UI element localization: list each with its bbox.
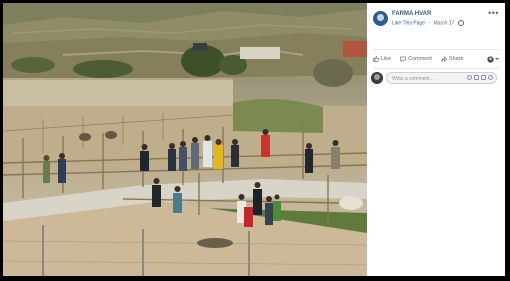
emoji-icon[interactable] (467, 75, 472, 80)
comment-composer: Write a comment... (371, 72, 499, 84)
share-button[interactable]: Share (441, 56, 464, 62)
share-button-label: Share (448, 56, 464, 62)
share-arrow-icon (441, 56, 447, 62)
meta-separator: · (428, 20, 431, 27)
camera-icon[interactable] (474, 75, 479, 80)
like-button-label: Like (381, 56, 392, 62)
comment-button-label: Comment (408, 56, 432, 62)
user-avatar (371, 72, 383, 84)
speech-bubble-icon (400, 56, 406, 62)
comment-input-icons (465, 75, 493, 80)
farm-scene (3, 3, 367, 276)
more-icon: ••• (488, 8, 499, 18)
post-date[interactable]: March 17 (433, 20, 454, 26)
thumbs-up-icon (373, 56, 379, 62)
audience-selector[interactable] (487, 55, 499, 63)
post-side-panel: FARMA HVAR Like This Page · March 17 •••… (367, 3, 505, 276)
post-actions: Like Comment Share (373, 53, 499, 65)
post-meta: Like This Page · March 17 (392, 20, 464, 26)
globe-icon (457, 20, 464, 26)
page-name-link[interactable]: FARMA HVAR (392, 11, 431, 17)
comment-input[interactable]: Write a comment... (386, 72, 497, 84)
like-page-link[interactable]: Like This Page (392, 20, 425, 26)
chevron-down-icon (495, 58, 499, 60)
page-avatar[interactable] (373, 11, 388, 26)
divider-top (373, 49, 499, 50)
gif-icon[interactable] (481, 75, 486, 80)
comment-button[interactable]: Comment (400, 56, 432, 62)
page-avatar-small-icon (487, 55, 494, 63)
comment-placeholder: Write a comment... (392, 76, 434, 82)
photo-viewer: FARMA HVAR Like This Page · March 17 •••… (0, 0, 510, 281)
divider-bottom (373, 68, 499, 69)
like-button[interactable]: Like (373, 56, 391, 62)
more-options-button[interactable]: ••• (488, 9, 499, 18)
post-photo[interactable] (3, 3, 367, 276)
sticker-icon[interactable] (488, 75, 493, 80)
